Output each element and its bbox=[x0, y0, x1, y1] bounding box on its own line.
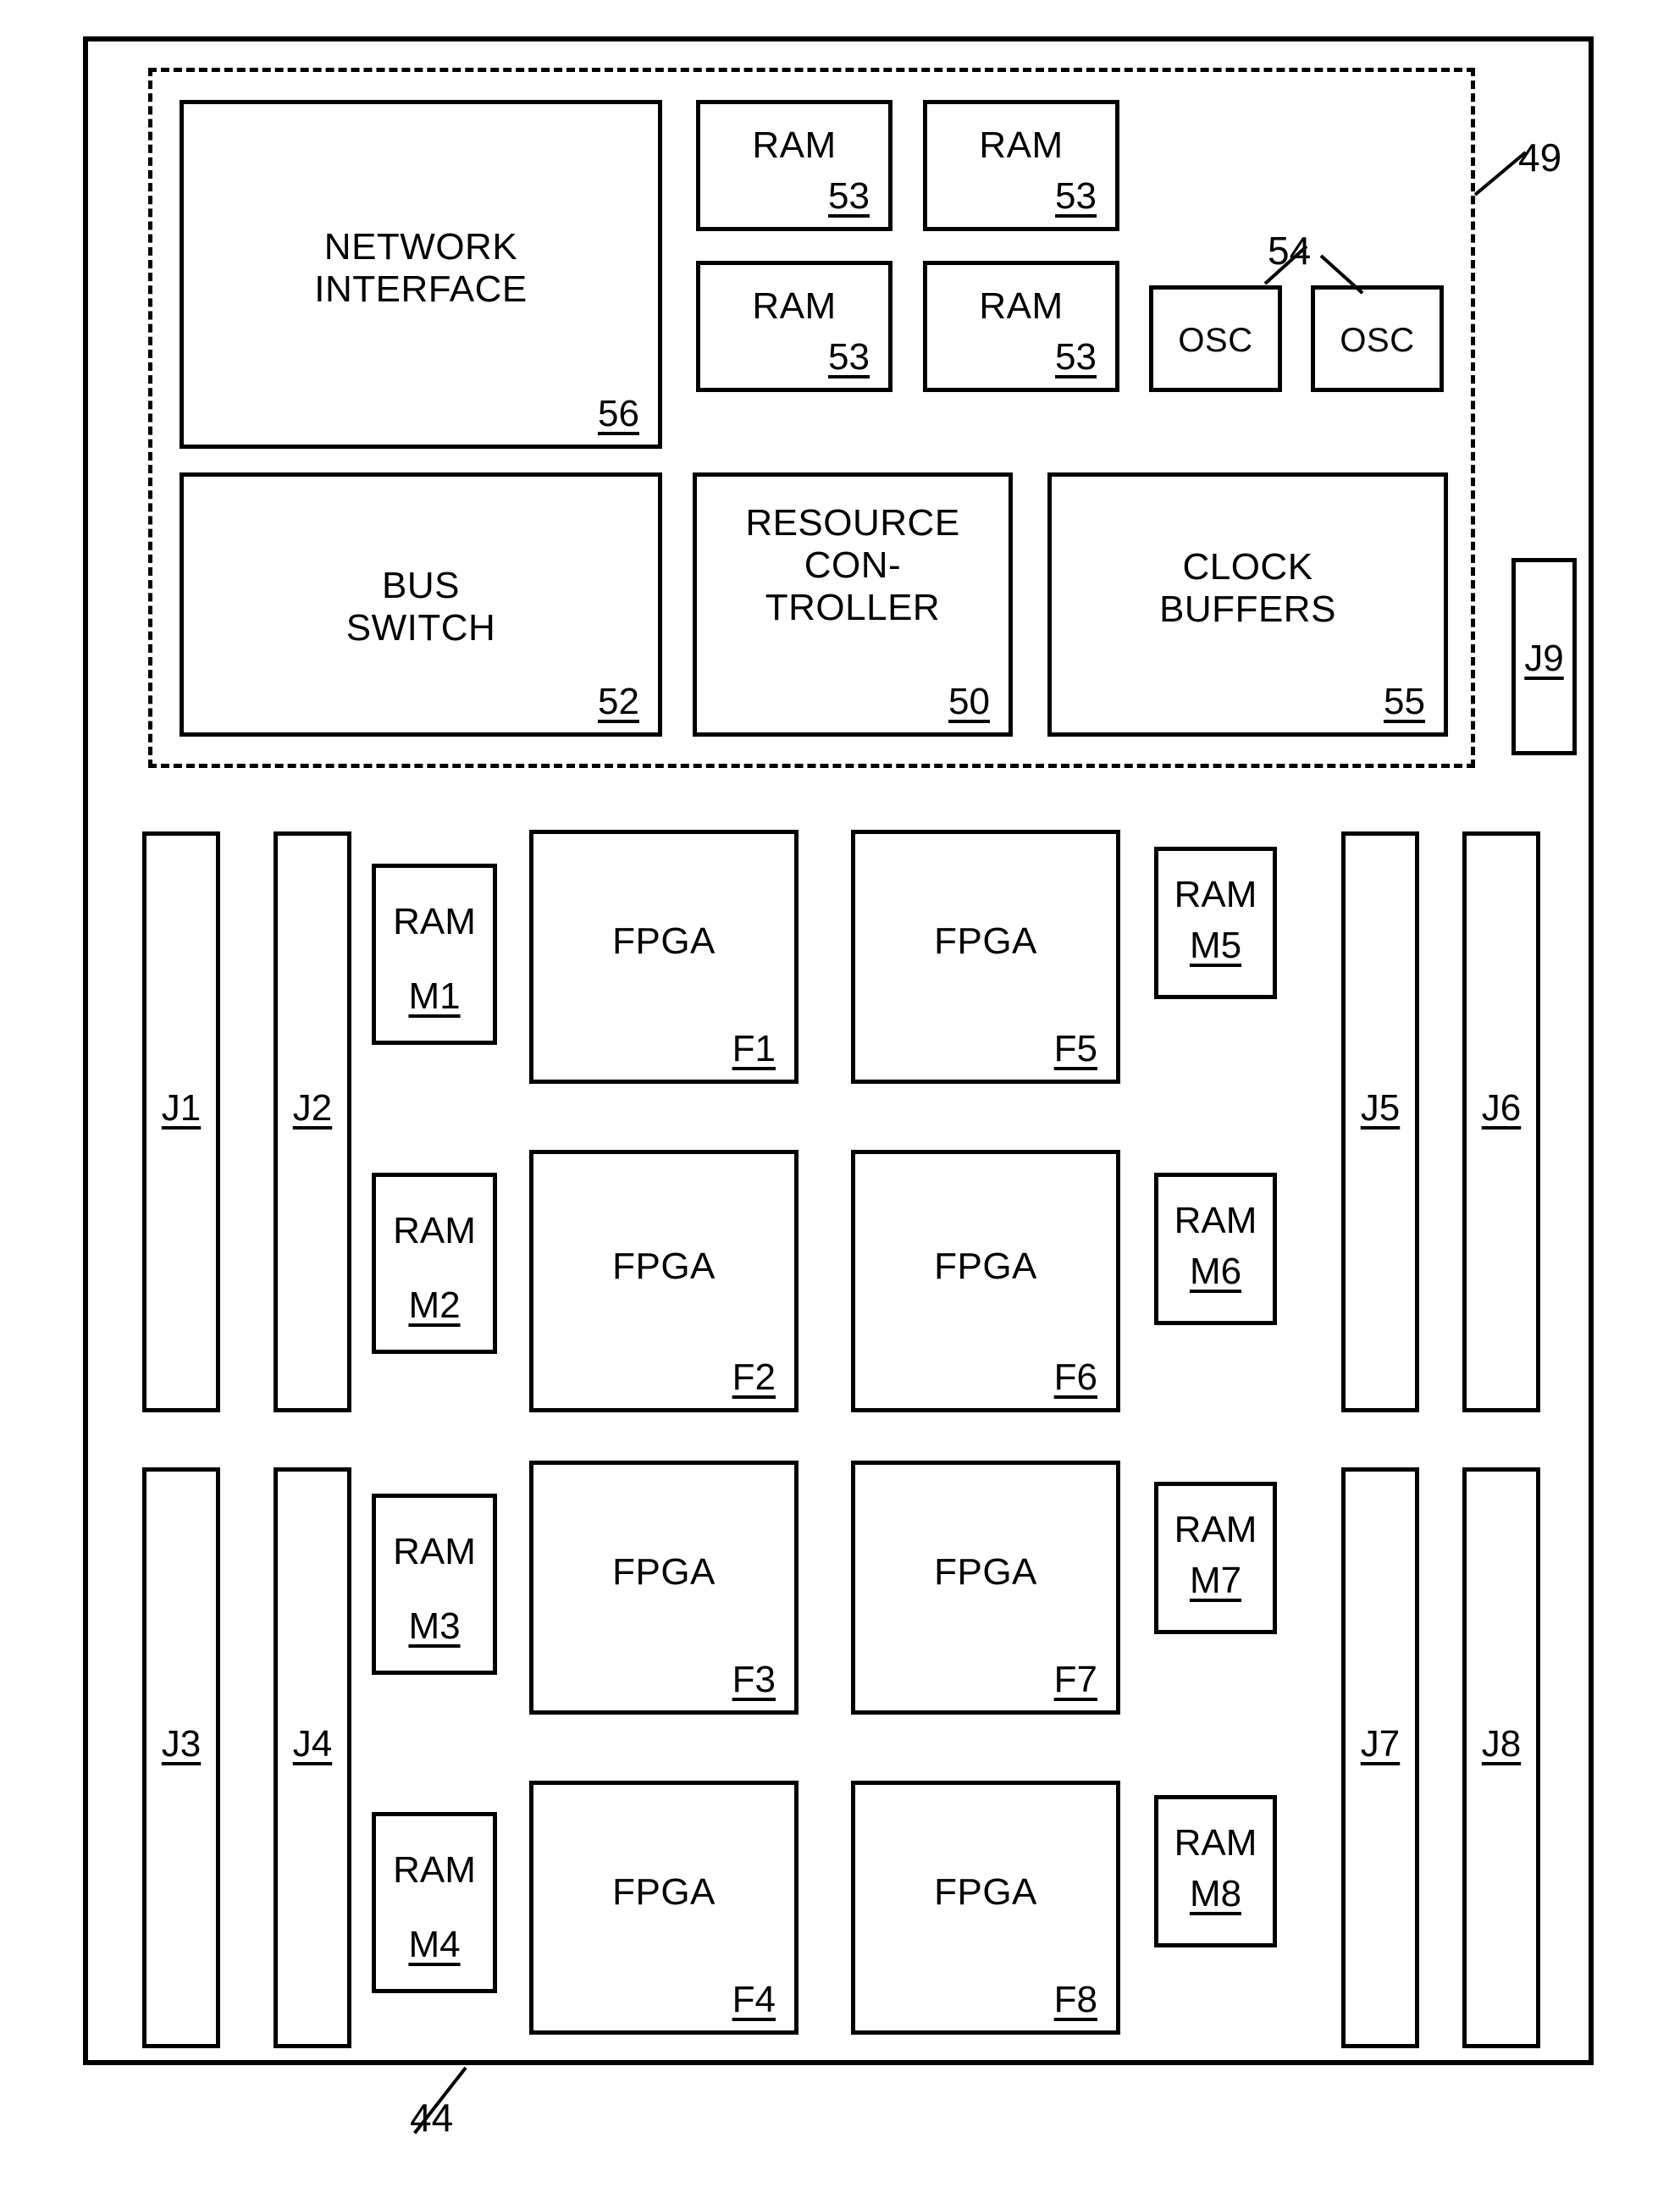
patent-figure: NETWORK INTERFACE 56 RAM 53 RAM 53 RAM 5… bbox=[0, 0, 1680, 2193]
oscillator-label-2: OSC bbox=[1340, 322, 1415, 359]
memory-block-m8-id: M8 bbox=[1189, 1873, 1242, 1914]
memory-block-m7-label: RAM bbox=[1174, 1509, 1257, 1550]
fpga-block-f1[interactable]: FPGA F1 bbox=[529, 830, 799, 1084]
control-ram-ref-2: 53 bbox=[1055, 175, 1097, 217]
fpga-block-f7[interactable]: FPGA F7 bbox=[851, 1461, 1120, 1715]
bus-switch-label: BUS SWITCH bbox=[345, 565, 496, 649]
resource-controller-label: RESOURCE CON- TROLLER bbox=[745, 502, 960, 629]
memory-block-m8[interactable]: RAM M8 bbox=[1154, 1795, 1277, 1947]
fpga-block-f3[interactable]: FPGA F3 bbox=[529, 1461, 799, 1715]
connector-j2[interactable]: J2 bbox=[274, 831, 351, 1412]
connector-j3-label: J3 bbox=[161, 1723, 202, 1765]
memory-block-m5[interactable]: RAM M5 bbox=[1154, 847, 1277, 999]
connector-j9-label: J9 bbox=[1524, 638, 1564, 679]
connector-j5-label: J5 bbox=[1360, 1087, 1401, 1129]
memory-block-m8-label: RAM bbox=[1174, 1822, 1257, 1864]
memory-block-m2-id: M2 bbox=[408, 1284, 461, 1326]
control-ram-ref-3: 53 bbox=[828, 336, 870, 378]
fpga-block-f1-ref: F1 bbox=[732, 1028, 776, 1069]
fpga-block-f5[interactable]: FPGA F5 bbox=[851, 830, 1120, 1084]
memory-block-m6[interactable]: RAM M6 bbox=[1154, 1173, 1277, 1325]
oscillator-block-2[interactable]: OSC bbox=[1311, 285, 1444, 392]
memory-block-m2[interactable]: RAM M2 bbox=[372, 1173, 497, 1354]
fpga-block-f4-label: FPGA bbox=[612, 1871, 716, 1913]
memory-block-m7[interactable]: RAM M7 bbox=[1154, 1482, 1277, 1634]
network-interface-ref: 56 bbox=[598, 393, 639, 434]
connector-j1-label: J1 bbox=[161, 1087, 202, 1129]
connector-j4[interactable]: J4 bbox=[274, 1467, 351, 2048]
fpga-block-f6[interactable]: FPGA F6 bbox=[851, 1150, 1120, 1412]
fpga-block-f7-label: FPGA bbox=[934, 1551, 1037, 1593]
connector-j9[interactable]: J9 bbox=[1511, 558, 1577, 755]
fpga-block-f3-label: FPGA bbox=[612, 1551, 716, 1593]
control-ram-block-4[interactable]: RAM 53 bbox=[923, 261, 1119, 392]
control-ram-ref-1: 53 bbox=[828, 175, 870, 217]
fpga-block-f4-ref: F4 bbox=[732, 1979, 776, 2020]
connector-j6[interactable]: J6 bbox=[1462, 831, 1540, 1412]
fpga-block-f8[interactable]: FPGA F8 bbox=[851, 1781, 1120, 2035]
fpga-block-f8-label: FPGA bbox=[934, 1871, 1037, 1913]
connector-j3[interactable]: J3 bbox=[142, 1467, 220, 2048]
control-ram-label-2: RAM bbox=[979, 124, 1064, 166]
connector-j1[interactable]: J1 bbox=[142, 831, 220, 1412]
connector-j2-label: J2 bbox=[292, 1087, 333, 1129]
fpga-block-f2-label: FPGA bbox=[612, 1246, 716, 1287]
control-ram-block-1[interactable]: RAM 53 bbox=[696, 100, 892, 231]
fpga-block-f4[interactable]: FPGA F4 bbox=[529, 1781, 799, 2035]
fpga-block-f3-ref: F3 bbox=[732, 1659, 776, 1700]
memory-block-m3[interactable]: RAM M3 bbox=[372, 1494, 497, 1675]
connector-j8-label: J8 bbox=[1481, 1723, 1522, 1765]
control-ram-label-4: RAM bbox=[979, 285, 1064, 327]
connector-j4-label: J4 bbox=[292, 1723, 333, 1765]
control-ram-ref-4: 53 bbox=[1055, 336, 1097, 378]
fpga-block-f2[interactable]: FPGA F2 bbox=[529, 1150, 799, 1412]
fpga-block-f2-ref: F2 bbox=[732, 1356, 776, 1398]
control-ram-block-2[interactable]: RAM 53 bbox=[923, 100, 1119, 231]
memory-block-m7-id: M7 bbox=[1189, 1560, 1242, 1601]
clock-buffers-ref: 55 bbox=[1384, 681, 1425, 722]
memory-block-m5-id: M5 bbox=[1189, 925, 1242, 966]
oscillator-label-1: OSC bbox=[1178, 322, 1253, 359]
memory-block-m4[interactable]: RAM M4 bbox=[372, 1812, 497, 1993]
osc-group-ref: 54 bbox=[1268, 229, 1312, 273]
control-ram-label-3: RAM bbox=[752, 285, 837, 327]
memory-block-m4-id: M4 bbox=[408, 1924, 461, 1965]
connector-j5[interactable]: J5 bbox=[1341, 831, 1419, 1412]
bus-switch-ref: 52 bbox=[598, 681, 639, 722]
memory-block-m1-label: RAM bbox=[393, 901, 476, 942]
network-interface-label: NETWORK INTERFACE bbox=[314, 226, 528, 311]
fpga-block-f1-label: FPGA bbox=[612, 920, 716, 962]
bus-switch-block[interactable]: BUS SWITCH 52 bbox=[180, 472, 662, 737]
memory-block-m6-label: RAM bbox=[1174, 1200, 1257, 1241]
memory-block-m5-label: RAM bbox=[1174, 874, 1257, 915]
memory-block-m3-label: RAM bbox=[393, 1531, 476, 1572]
connector-j8[interactable]: J8 bbox=[1462, 1467, 1540, 2048]
memory-block-m1[interactable]: RAM M1 bbox=[372, 864, 497, 1045]
fpga-block-f8-ref: F8 bbox=[1053, 1979, 1097, 2020]
fpga-block-f5-label: FPGA bbox=[934, 920, 1037, 962]
fpga-block-f5-ref: F5 bbox=[1053, 1028, 1097, 1069]
memory-block-m4-label: RAM bbox=[393, 1849, 476, 1891]
memory-block-m1-id: M1 bbox=[408, 975, 461, 1017]
connector-j6-label: J6 bbox=[1481, 1087, 1522, 1129]
fpga-block-f6-label: FPGA bbox=[934, 1246, 1037, 1287]
control-ram-block-3[interactable]: RAM 53 bbox=[696, 261, 892, 392]
fpga-block-f7-ref: F7 bbox=[1053, 1659, 1097, 1700]
memory-block-m2-label: RAM bbox=[393, 1210, 476, 1251]
resource-controller-ref: 50 bbox=[948, 681, 990, 722]
control-section-ref: 49 bbox=[1518, 135, 1562, 180]
control-ram-label-1: RAM bbox=[752, 124, 837, 166]
network-interface-block[interactable]: NETWORK INTERFACE 56 bbox=[180, 100, 662, 449]
memory-block-m3-id: M3 bbox=[408, 1605, 461, 1647]
clock-buffers-label: CLOCK BUFFERS bbox=[1159, 546, 1336, 631]
oscillator-block-1[interactable]: OSC bbox=[1149, 285, 1282, 392]
resource-controller-block[interactable]: RESOURCE CON- TROLLER 50 bbox=[693, 472, 1013, 737]
clock-buffers-block[interactable]: CLOCK BUFFERS 55 bbox=[1047, 472, 1448, 737]
board-ref: 44 bbox=[410, 2096, 454, 2140]
fpga-block-f6-ref: F6 bbox=[1053, 1356, 1097, 1398]
connector-j7-label: J7 bbox=[1360, 1723, 1401, 1765]
connector-j7[interactable]: J7 bbox=[1341, 1467, 1419, 2048]
memory-block-m6-id: M6 bbox=[1189, 1251, 1242, 1292]
